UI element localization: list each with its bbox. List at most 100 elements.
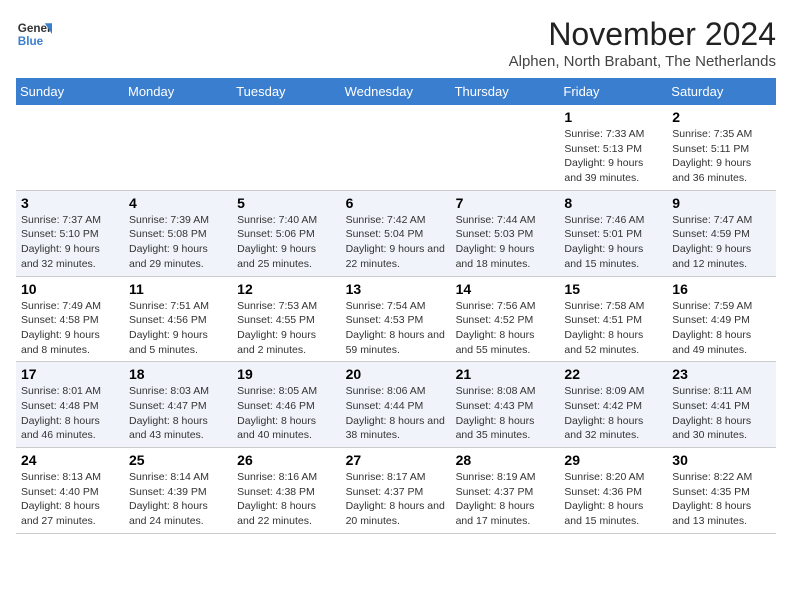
day-info: Sunrise: 8:13 AM Sunset: 4:40 PM Dayligh… (21, 470, 119, 529)
logo: General Blue (16, 16, 52, 52)
day-number: 19 (237, 366, 335, 382)
day-info: Sunrise: 7:49 AM Sunset: 4:58 PM Dayligh… (21, 299, 119, 358)
day-info: Sunrise: 7:53 AM Sunset: 4:55 PM Dayligh… (237, 299, 335, 358)
day-info: Sunrise: 7:56 AM Sunset: 4:52 PM Dayligh… (456, 299, 555, 358)
day-number: 6 (346, 195, 446, 211)
day-info: Sunrise: 8:05 AM Sunset: 4:46 PM Dayligh… (237, 384, 335, 443)
subtitle: Alphen, North Brabant, The Netherlands (509, 53, 776, 70)
day-info: Sunrise: 8:14 AM Sunset: 4:39 PM Dayligh… (129, 470, 227, 529)
day-number: 18 (129, 366, 227, 382)
day-info: Sunrise: 8:17 AM Sunset: 4:37 PM Dayligh… (346, 470, 446, 529)
day-number: 17 (21, 366, 119, 382)
day-cell: 23 Sunrise: 8:11 AM Sunset: 4:41 PM Dayli… (667, 362, 776, 448)
day-number: 12 (237, 281, 335, 297)
day-info: Sunrise: 8:09 AM Sunset: 4:42 PM Dayligh… (564, 384, 662, 443)
day-number: 9 (672, 195, 771, 211)
day-info: Sunrise: 7:42 AM Sunset: 5:04 PM Dayligh… (346, 213, 446, 272)
day-info: Sunrise: 8:06 AM Sunset: 4:44 PM Dayligh… (346, 384, 446, 443)
day-cell: 2Sunrise: 7:35 AM Sunset: 5:11 PM Daylig… (667, 105, 776, 190)
day-cell: 7 Sunrise: 7:44 AM Sunset: 5:03 PM Daylig… (451, 190, 560, 276)
day-info: Sunrise: 8:08 AM Sunset: 4:43 PM Dayligh… (456, 384, 555, 443)
day-cell: 29Sunrise: 8:20 AM Sunset: 4:36 PM Dayli… (559, 448, 667, 534)
day-info: Sunrise: 7:39 AM Sunset: 5:08 PM Dayligh… (129, 213, 227, 272)
day-cell: 11 Sunrise: 7:51 AM Sunset: 4:56 PM Dayli… (124, 276, 232, 362)
day-number: 21 (456, 366, 555, 382)
day-info: Sunrise: 8:11 AM Sunset: 4:41 PM Dayligh… (672, 384, 771, 443)
day-cell (232, 105, 340, 190)
day-number: 10 (21, 281, 119, 297)
day-info: Sunrise: 7:33 AM Sunset: 5:13 PM Dayligh… (564, 127, 662, 186)
day-info: Sunrise: 8:03 AM Sunset: 4:47 PM Dayligh… (129, 384, 227, 443)
day-cell (341, 105, 451, 190)
header-cell-thursday: Thursday (451, 78, 560, 105)
week-row-5: 24 Sunrise: 8:13 AM Sunset: 4:40 PM Dayli… (16, 448, 776, 534)
day-info: Sunrise: 7:46 AM Sunset: 5:01 PM Dayligh… (564, 213, 662, 272)
day-number: 27 (346, 452, 446, 468)
svg-text:Blue: Blue (18, 35, 44, 48)
day-number: 28 (456, 452, 555, 468)
day-info: Sunrise: 7:37 AM Sunset: 5:10 PM Dayligh… (21, 213, 119, 272)
day-cell: 10 Sunrise: 7:49 AM Sunset: 4:58 PM Dayli… (16, 276, 124, 362)
day-cell: 9Sunrise: 7:47 AM Sunset: 4:59 PM Daylig… (667, 190, 776, 276)
day-info: Sunrise: 8:16 AM Sunset: 4:38 PM Dayligh… (237, 470, 335, 529)
day-cell: 4 Sunrise: 7:39 AM Sunset: 5:08 PM Daylig… (124, 190, 232, 276)
day-cell: 14 Sunrise: 7:56 AM Sunset: 4:52 PM Dayli… (451, 276, 560, 362)
week-row-4: 17 Sunrise: 8:01 AM Sunset: 4:48 PM Dayli… (16, 362, 776, 448)
header-cell-sunday: Sunday (16, 78, 124, 105)
day-cell: 13 Sunrise: 7:54 AM Sunset: 4:53 PM Dayli… (341, 276, 451, 362)
day-number: 20 (346, 366, 446, 382)
day-info: Sunrise: 7:40 AM Sunset: 5:06 PM Dayligh… (237, 213, 335, 272)
day-number: 25 (129, 452, 227, 468)
header: General Blue November 2024 Alphen, North… (16, 16, 776, 70)
day-cell: 28Sunrise: 8:19 AM Sunset: 4:37 PM Dayli… (451, 448, 560, 534)
day-cell: 8Sunrise: 7:46 AM Sunset: 5:01 PM Daylig… (559, 190, 667, 276)
day-number: 11 (129, 281, 227, 297)
day-cell (16, 105, 124, 190)
header-cell-friday: Friday (559, 78, 667, 105)
day-number: 24 (21, 452, 119, 468)
day-info: Sunrise: 7:54 AM Sunset: 4:53 PM Dayligh… (346, 299, 446, 358)
day-number: 13 (346, 281, 446, 297)
week-row-2: 3Sunrise: 7:37 AM Sunset: 5:10 PM Daylig… (16, 190, 776, 276)
day-number: 4 (129, 195, 227, 211)
day-cell: 5 Sunrise: 7:40 AM Sunset: 5:06 PM Daylig… (232, 190, 340, 276)
day-cell: 30Sunrise: 8:22 AM Sunset: 4:35 PM Dayli… (667, 448, 776, 534)
day-number: 15 (564, 281, 662, 297)
day-cell: 6 Sunrise: 7:42 AM Sunset: 5:04 PM Daylig… (341, 190, 451, 276)
week-row-3: 10 Sunrise: 7:49 AM Sunset: 4:58 PM Dayli… (16, 276, 776, 362)
day-cell: 1 Sunrise: 7:33 AM Sunset: 5:13 PM Daylig… (559, 105, 667, 190)
day-info: Sunrise: 7:51 AM Sunset: 4:56 PM Dayligh… (129, 299, 227, 358)
header-cell-monday: Monday (124, 78, 232, 105)
main-title: November 2024 (509, 16, 776, 53)
day-cell (451, 105, 560, 190)
day-info: Sunrise: 7:44 AM Sunset: 5:03 PM Dayligh… (456, 213, 555, 272)
day-cell (124, 105, 232, 190)
day-cell: 16 Sunrise: 7:59 AM Sunset: 4:49 PM Dayli… (667, 276, 776, 362)
day-cell: 26 Sunrise: 8:16 AM Sunset: 4:38 PM Dayli… (232, 448, 340, 534)
day-cell: 17 Sunrise: 8:01 AM Sunset: 4:48 PM Dayli… (16, 362, 124, 448)
day-cell: 24 Sunrise: 8:13 AM Sunset: 4:40 PM Dayli… (16, 448, 124, 534)
day-cell: 25 Sunrise: 8:14 AM Sunset: 4:39 PM Dayli… (124, 448, 232, 534)
logo-icon: General Blue (16, 16, 52, 52)
day-number: 14 (456, 281, 555, 297)
day-info: Sunrise: 7:59 AM Sunset: 4:49 PM Dayligh… (672, 299, 771, 358)
day-cell: 20 Sunrise: 8:06 AM Sunset: 4:44 PM Dayli… (341, 362, 451, 448)
day-number: 23 (672, 366, 771, 382)
day-number: 5 (237, 195, 335, 211)
day-number: 22 (564, 366, 662, 382)
day-number: 26 (237, 452, 335, 468)
day-info: Sunrise: 7:58 AM Sunset: 4:51 PM Dayligh… (564, 299, 662, 358)
day-number: 7 (456, 195, 555, 211)
day-number: 29 (564, 452, 662, 468)
day-cell: 22 Sunrise: 8:09 AM Sunset: 4:42 PM Dayli… (559, 362, 667, 448)
day-cell: 21 Sunrise: 8:08 AM Sunset: 4:43 PM Dayli… (451, 362, 560, 448)
header-cell-tuesday: Tuesday (232, 78, 340, 105)
day-cell: 12 Sunrise: 7:53 AM Sunset: 4:55 PM Dayli… (232, 276, 340, 362)
day-cell: 3Sunrise: 7:37 AM Sunset: 5:10 PM Daylig… (16, 190, 124, 276)
day-number: 1 (564, 109, 662, 125)
day-info: Sunrise: 8:01 AM Sunset: 4:48 PM Dayligh… (21, 384, 119, 443)
header-row: SundayMondayTuesdayWednesdayThursdayFrid… (16, 78, 776, 105)
title-area: November 2024 Alphen, North Brabant, The… (509, 16, 776, 70)
day-cell: 18 Sunrise: 8:03 AM Sunset: 4:47 PM Dayli… (124, 362, 232, 448)
day-number: 16 (672, 281, 771, 297)
